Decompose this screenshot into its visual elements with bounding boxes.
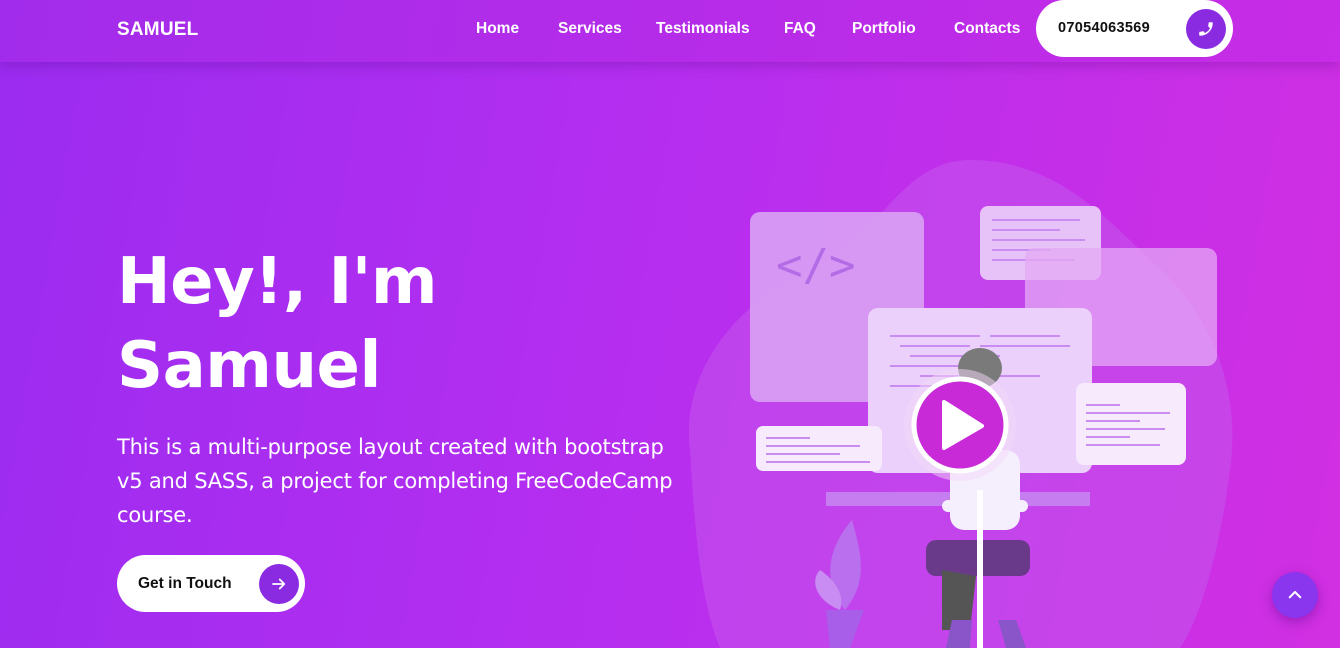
hero-illustration: </>: [688, 160, 1233, 648]
nav-link-home[interactable]: Home: [476, 20, 519, 38]
hero-title-line2: Samuel: [117, 329, 381, 403]
arrow-right-icon: [259, 564, 299, 604]
hero-title: Hey!, I'm Samuel: [117, 240, 637, 408]
phone-contact[interactable]: 07054063569: [1036, 0, 1233, 57]
chevron-up-icon: [1288, 590, 1302, 599]
nav-link-contacts[interactable]: Contacts: [954, 20, 1020, 38]
hero-description: This is a multi-purpose layout created w…: [117, 435, 673, 527]
nav-link-testimonials[interactable]: Testimonials: [656, 20, 750, 38]
text-card-right: [1076, 383, 1186, 465]
phone-icon: [1199, 22, 1213, 36]
get-in-touch-label: Get in Touch: [138, 575, 232, 592]
nav-link-faq[interactable]: FAQ: [784, 20, 816, 38]
scroll-to-top-button[interactable]: [1272, 572, 1318, 618]
get-in-touch-button[interactable]: Get in Touch: [117, 555, 305, 612]
phone-number: 07054063569: [1058, 20, 1151, 36]
phone-button[interactable]: [1186, 9, 1226, 49]
text-card-left: [756, 426, 882, 471]
nav-link-portfolio[interactable]: Portfolio: [852, 20, 916, 38]
code-symbol: </>: [776, 240, 855, 291]
nav-link-services[interactable]: Services: [558, 20, 622, 38]
navbar: SAMUEL Home Services Testimonials FAQ Po…: [0, 0, 1340, 62]
hero-title-line1: Hey!, I'm: [117, 245, 438, 319]
